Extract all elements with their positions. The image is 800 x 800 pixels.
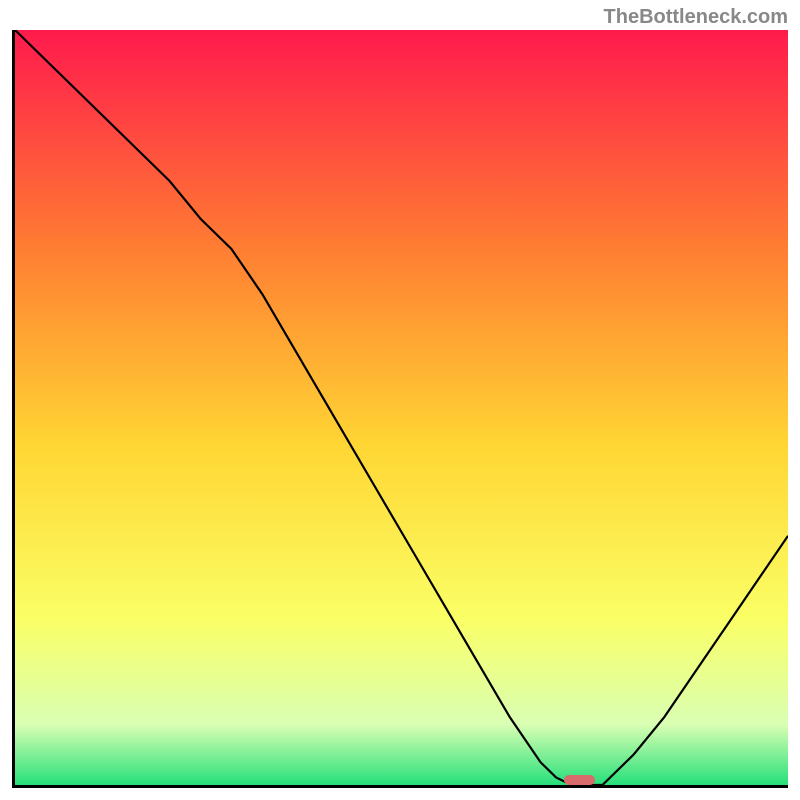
- bottleneck-curve: [15, 30, 788, 785]
- optimal-marker: [564, 775, 595, 785]
- chart-frame: [12, 30, 788, 788]
- watermark-text: TheBottleneck.com: [604, 6, 788, 29]
- plot-area: [15, 30, 788, 785]
